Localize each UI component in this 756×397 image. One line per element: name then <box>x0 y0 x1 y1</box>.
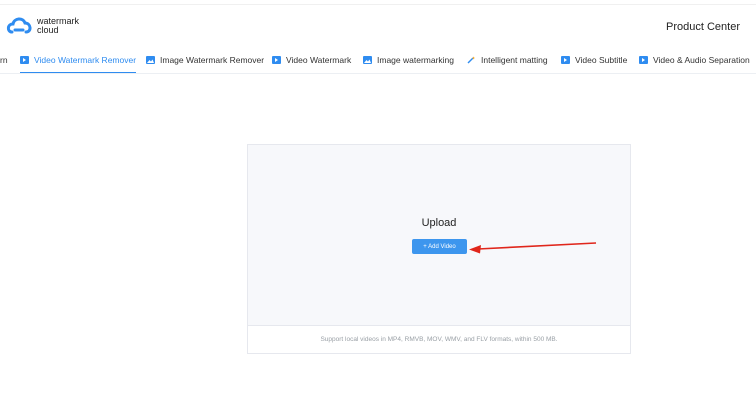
add-video-button[interactable]: + Add Video <box>412 239 467 254</box>
nav-item-label: Video Subtitle <box>575 55 628 65</box>
nav-item-label: Intelligent matting <box>481 55 548 65</box>
cloud-logo-icon <box>6 15 34 37</box>
image-icon <box>363 56 372 64</box>
nav-item-label: Video & Audio Separation <box>653 55 750 65</box>
site-logo[interactable]: watermark cloud <box>6 15 97 37</box>
logo-text-line2: cloud <box>37 25 59 35</box>
nav-item-label: Video Watermark <box>286 55 352 65</box>
nav-item-label: Video Watermark Remover <box>34 55 137 65</box>
nav-item-label: rn <box>0 55 8 65</box>
nav-item-video-watermark[interactable]: Video Watermark <box>272 46 352 73</box>
video-icon <box>20 56 29 64</box>
upload-format-note: Support local videos in MP4, RMVB, MOV, … <box>248 325 630 353</box>
nav-item-video-audio-separation[interactable]: Video & Audio Separation <box>639 46 750 73</box>
video-icon <box>639 56 648 64</box>
logo-text: watermark cloud <box>37 17 97 35</box>
browser-top-strip <box>0 0 756 5</box>
nav-item-label: Image watermarking <box>377 55 455 65</box>
video-icon <box>561 56 570 64</box>
nav-item-image-watermark-remover[interactable]: Image Watermark Remover <box>146 46 265 73</box>
nav-item-partial[interactable]: rn <box>0 46 8 73</box>
tool-nav: rn Video Watermark Remover Image Waterma… <box>0 46 756 74</box>
nav-item-intelligent-matting[interactable]: Intelligent matting <box>467 46 548 73</box>
nav-item-image-watermarking[interactable]: Image watermarking <box>363 46 455 73</box>
upload-title: Upload <box>421 217 457 229</box>
site-header: watermark cloud Product Center <box>0 6 756 46</box>
upload-card[interactable]: Upload + Add Video Support local videos … <box>247 144 631 354</box>
nav-item-video-subtitle[interactable]: Video Subtitle <box>561 46 628 73</box>
product-center-link[interactable]: Product Center <box>666 21 740 33</box>
magic-wand-icon <box>467 56 476 64</box>
image-icon <box>146 56 155 64</box>
nav-item-label: Image Watermark Remover <box>160 55 265 65</box>
nav-item-video-watermark-remover[interactable]: Video Watermark Remover <box>20 46 137 73</box>
video-icon <box>272 56 281 64</box>
